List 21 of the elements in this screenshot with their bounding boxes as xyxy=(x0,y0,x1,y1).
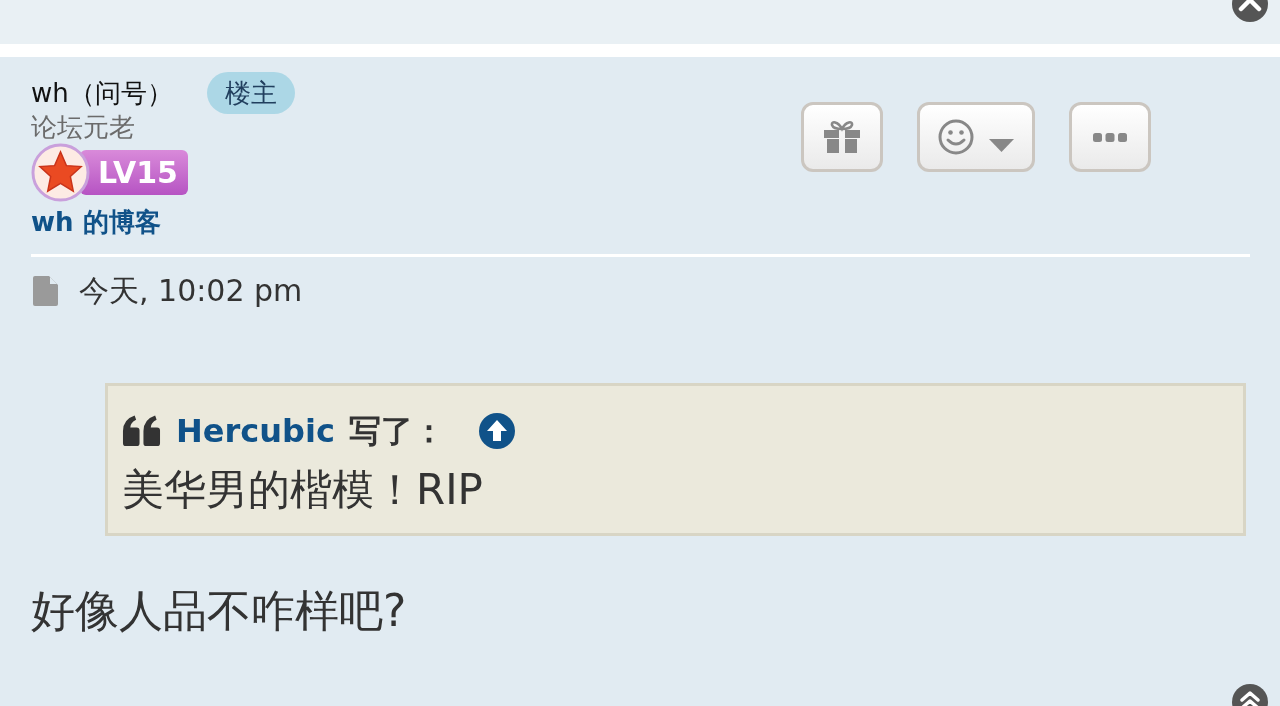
document-icon xyxy=(33,276,58,306)
quote-wrote-label: 写了： xyxy=(348,411,445,451)
gift-icon xyxy=(824,121,860,153)
username: wh（问号） xyxy=(31,77,173,110)
thread-starter-tag: 楼主 xyxy=(206,72,295,114)
quoted-author-link[interactable]: Hercubic xyxy=(176,411,335,451)
level-badge: LV15 xyxy=(80,150,188,195)
reaction-dropdown-button[interactable] xyxy=(917,102,1035,172)
user-rank: 论坛元老 xyxy=(31,112,135,142)
blog-link[interactable]: wh 的博客 xyxy=(31,204,161,240)
post-date: 今天, 10:02 pm xyxy=(79,276,303,306)
post-text: 好像人品不咋样吧? xyxy=(31,584,407,638)
more-options-button[interactable] xyxy=(1069,102,1151,172)
caret-down-icon xyxy=(989,138,1014,152)
up-arrow-circle-icon[interactable] xyxy=(478,413,515,449)
gift-button[interactable] xyxy=(801,102,883,172)
star-medal-icon xyxy=(31,143,90,202)
smiley-icon xyxy=(938,119,974,155)
ellipsis-icon xyxy=(1093,132,1127,142)
quoted-text: 美华男的楷模！RIP xyxy=(122,464,483,516)
quote-mark-icon xyxy=(122,415,161,447)
